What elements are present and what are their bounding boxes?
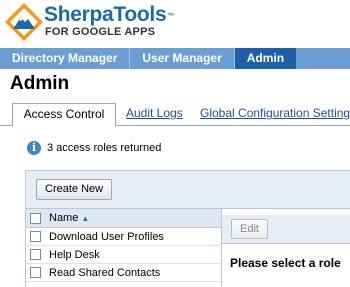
main-nav-bar: Directory Manager User Manager Admin xyxy=(0,48,350,69)
nav-item-admin[interactable]: Admin xyxy=(234,48,297,69)
access-roles-panel: Create New Name ▲ Download User Profiles… xyxy=(25,170,350,287)
admin-tabs: Access Control Audit Logs Global Configu… xyxy=(0,103,350,127)
sort-ascending-icon[interactable]: ▲ xyxy=(81,214,89,223)
list-item[interactable]: Download User Profiles xyxy=(26,228,221,246)
select-all-checkbox[interactable] xyxy=(30,212,41,224)
mountain-logo-icon xyxy=(5,3,43,41)
list-item[interactable]: Read Shared Contacts xyxy=(26,264,221,282)
nav-item-user-manager[interactable]: User Manager xyxy=(130,48,235,69)
row-checkbox[interactable] xyxy=(30,249,41,260)
role-name[interactable]: Help Desk xyxy=(49,249,100,261)
select-role-message: Please select a role xyxy=(230,256,341,270)
tab-access-control[interactable]: Access Control xyxy=(12,103,116,127)
row-checkbox[interactable] xyxy=(30,267,41,278)
role-name[interactable]: Download User Profiles xyxy=(49,231,164,243)
tab-audit-logs[interactable]: Audit Logs xyxy=(126,103,183,126)
page-title: Admin xyxy=(10,73,70,94)
role-name[interactable]: Read Shared Contacts xyxy=(49,267,160,279)
detail-toolbar: Edit xyxy=(222,209,350,244)
nav-item-directory-manager[interactable]: Directory Manager xyxy=(0,48,131,69)
edit-button[interactable]: Edit xyxy=(231,219,268,239)
results-count-text: 3 access roles returned xyxy=(47,142,162,154)
logo-name: SherpaTools™ xyxy=(44,3,175,26)
create-new-button[interactable]: Create New xyxy=(36,179,113,200)
roles-list: Name ▲ Download User Profiles Help Desk … xyxy=(26,209,222,287)
tab-global-configuration-settings[interactable]: Global Configuration Settings xyxy=(200,103,350,126)
role-detail-pane: Edit Please select a role xyxy=(222,209,350,287)
list-header: Name ▲ xyxy=(26,209,221,228)
info-icon: i xyxy=(27,141,41,155)
name-column-header[interactable]: Name xyxy=(49,212,78,224)
logo-subtitle: FOR GOOGLE APPS xyxy=(45,26,156,38)
row-checkbox[interactable] xyxy=(30,231,41,242)
panel-toolbar: Create New xyxy=(26,171,350,209)
results-info: i 3 access roles returned xyxy=(27,141,161,155)
list-item[interactable]: Help Desk xyxy=(26,246,221,264)
trademark-symbol: ™ xyxy=(167,13,175,20)
